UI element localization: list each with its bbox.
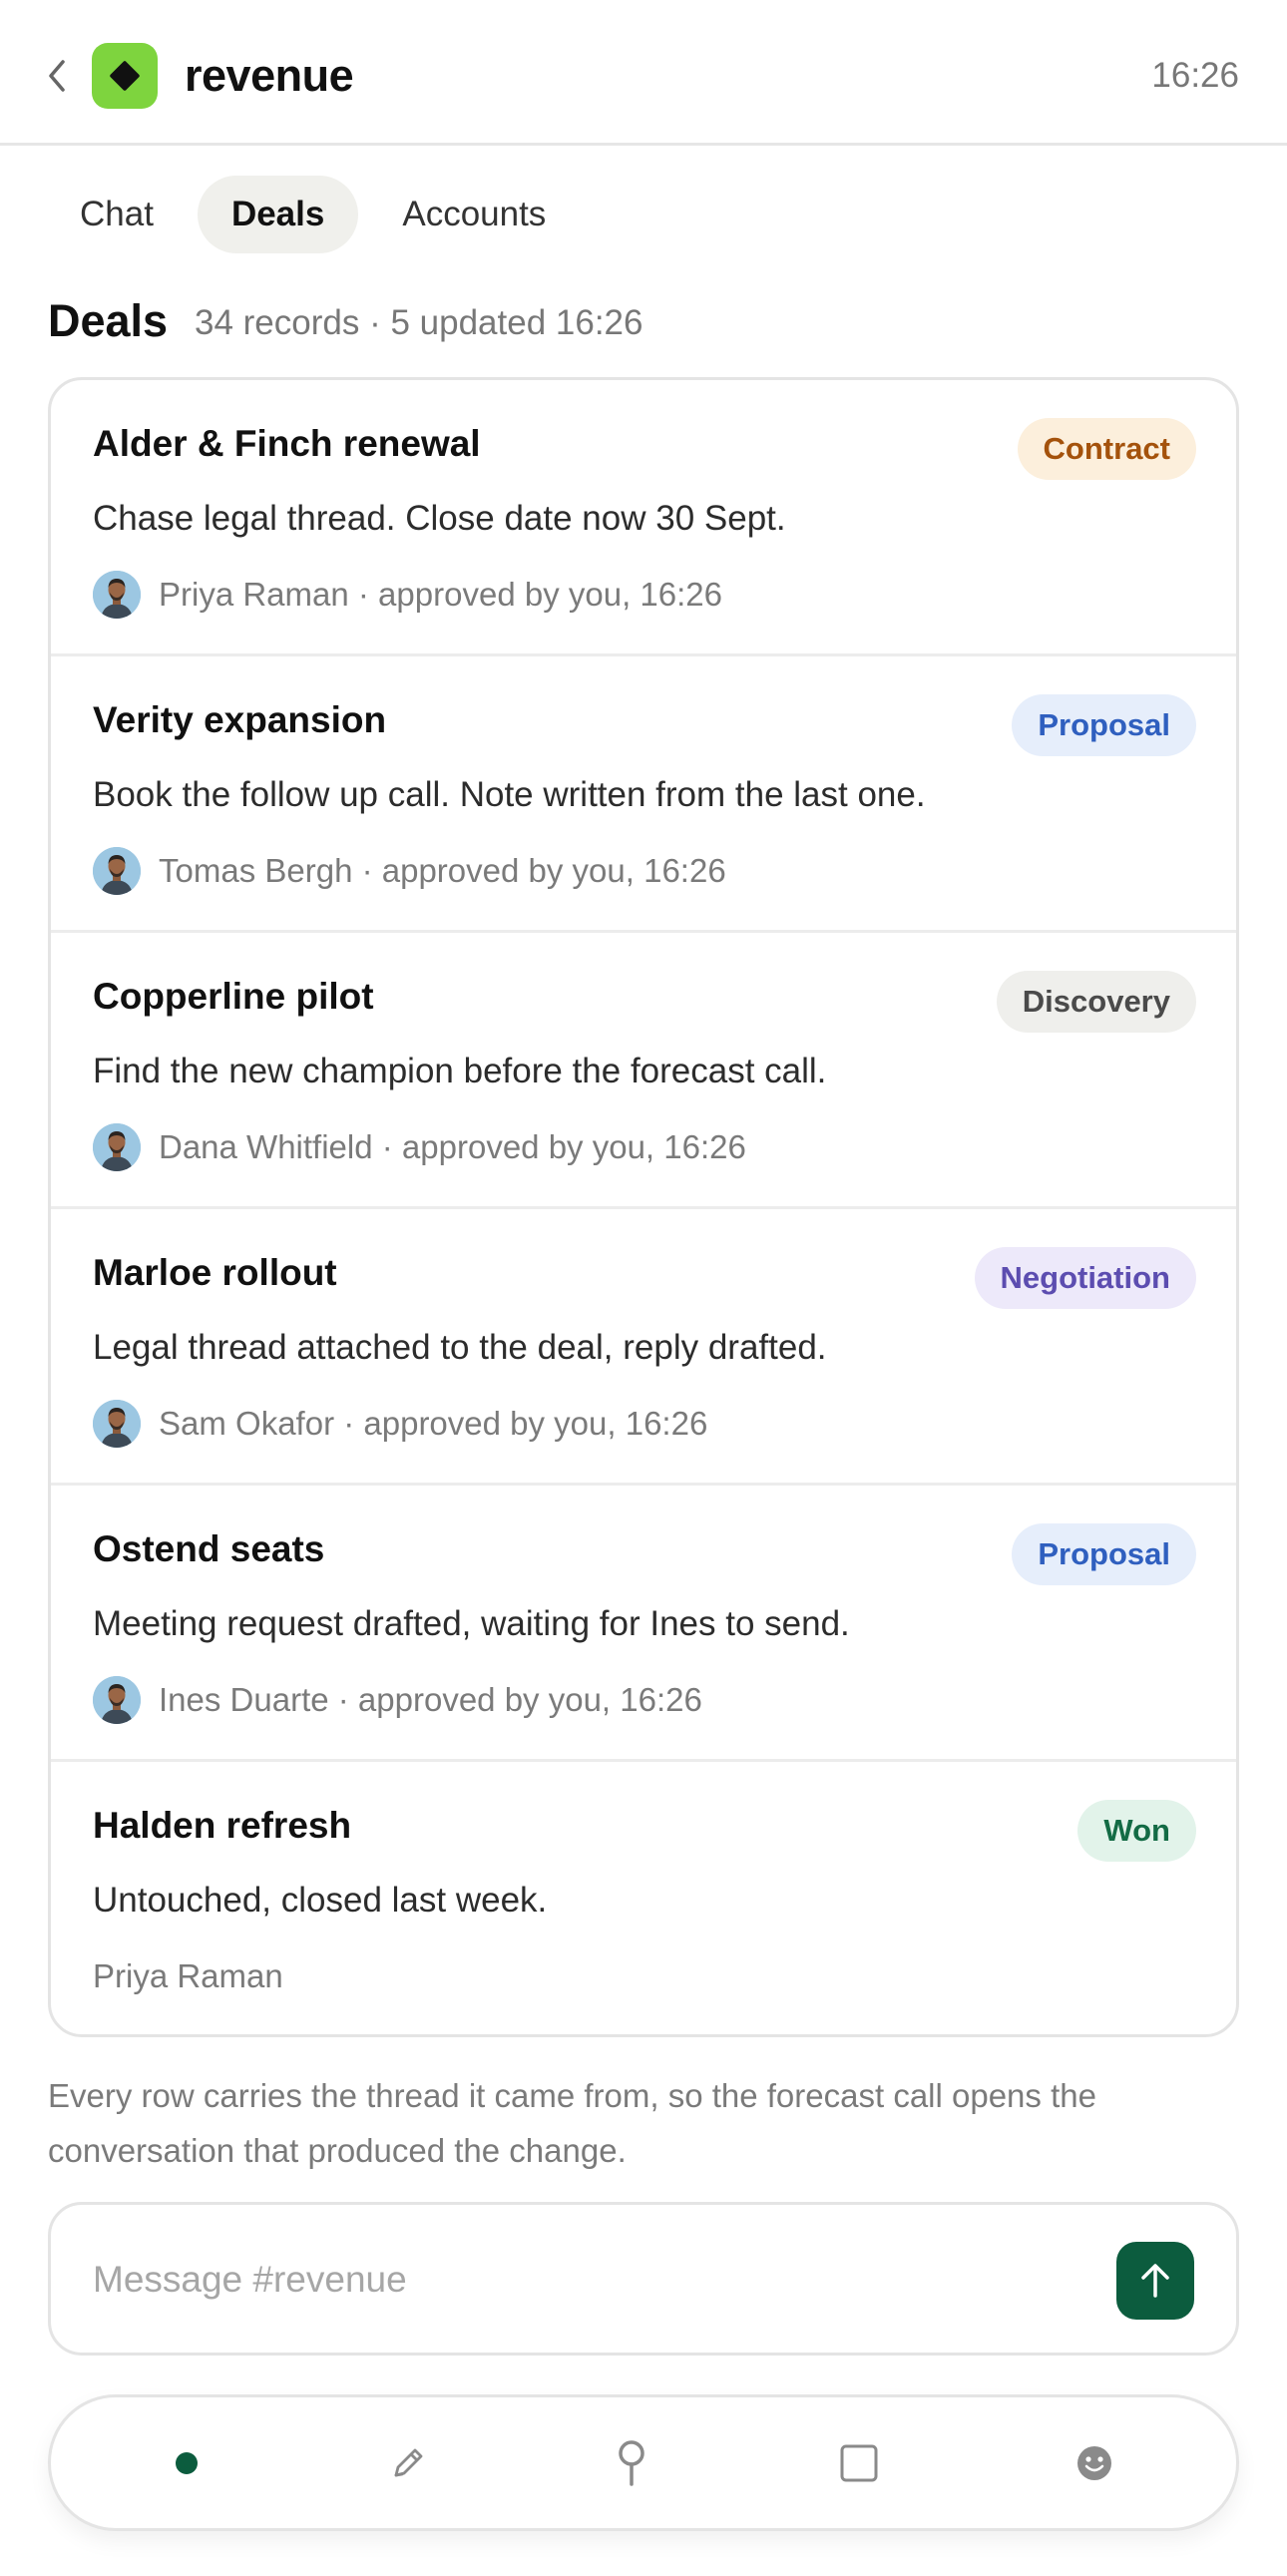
person-icon — [93, 1123, 141, 1171]
deal-note: Legal thread attached to the deal, reply… — [93, 1328, 827, 1367]
channel-title: revenue — [185, 50, 354, 101]
dot-icon — [176, 2451, 198, 2474]
deal-owner: Dana Whitfield · approved by you, 16:26 — [159, 1128, 746, 1165]
nav-compose[interactable] — [348, 2397, 468, 2528]
deal-note: Book the follow up call. Note written fr… — [93, 775, 926, 814]
avatar — [93, 847, 141, 895]
deal-row[interactable]: Marloe rollout Negotiation Legal thread … — [51, 1209, 1236, 1486]
chevron-left-icon — [49, 60, 65, 92]
deal-row[interactable]: Verity expansion Proposal Book the follo… — [51, 656, 1236, 933]
helper-text: Every row carries the thread it came fro… — [48, 2077, 1096, 2169]
stage-badge: Discovery — [996, 971, 1196, 1033]
records-summary: 34 records · 5 updated 16:26 — [195, 303, 644, 342]
avatar — [93, 1676, 141, 1724]
deal-name: Ostend seats — [93, 1528, 325, 1569]
deal-name: Marloe rollout — [93, 1252, 337, 1293]
stage-badge: Proposal — [1012, 1523, 1196, 1585]
deals-list: Alder & Finch renewal Contract Chase leg… — [48, 377, 1239, 2037]
deal-owner-line: Priya Raman · approved by you, 16:26 — [93, 570, 722, 620]
tab-bar: Chat Deals Accounts — [48, 176, 580, 253]
stage-badge: Negotiation — [974, 1247, 1196, 1309]
message-composer — [48, 2202, 1239, 2356]
deal-row[interactable]: Copperline pilot Discovery Find the new … — [51, 933, 1236, 1209]
deal-owner-line: Dana Whitfield · approved by you, 16:26 — [93, 1122, 746, 1172]
send-button[interactable] — [1116, 2242, 1194, 2320]
deal-row[interactable]: Alder & Finch renewal Contract Chase leg… — [51, 380, 1236, 656]
channel-icon — [92, 43, 158, 109]
deal-owner: Tomas Bergh · approved by you, 16:26 — [159, 852, 726, 889]
tab-chat[interactable]: Chat — [48, 176, 188, 253]
person-icon — [93, 847, 141, 895]
deal-note: Untouched, closed last week. — [93, 1881, 548, 1920]
square-icon — [840, 2444, 878, 2481]
deal-note: Meeting request drafted, waiting for Ine… — [93, 1604, 850, 1643]
deal-name: Verity expansion — [93, 699, 387, 740]
deal-name: Copperline pilot — [93, 976, 374, 1017]
bottom-navigation — [48, 2394, 1239, 2531]
avatar — [93, 1400, 141, 1448]
deal-row[interactable]: Ostend seats Proposal Meeting request dr… — [51, 1486, 1236, 1762]
deal-note: Find the new champion before the forecas… — [93, 1052, 827, 1090]
diamond-icon — [109, 60, 141, 92]
deal-owner: Priya Raman — [93, 1957, 283, 1994]
deal-owner: Priya Raman · approved by you, 16:26 — [159, 576, 722, 613]
nav-profile[interactable] — [1035, 2397, 1154, 2528]
message-input[interactable] — [93, 2249, 1011, 2311]
nav-files[interactable] — [799, 2397, 919, 2528]
avatar — [93, 1123, 141, 1171]
person-icon — [93, 1676, 141, 1724]
deal-owner: Ines Duarte · approved by you, 16:26 — [159, 1681, 702, 1718]
back-button[interactable] — [40, 46, 74, 106]
stage-badge: Won — [1077, 1800, 1196, 1862]
nav-home[interactable] — [127, 2397, 246, 2528]
search-icon — [619, 2439, 644, 2486]
person-icon — [93, 571, 141, 619]
stage-badge: Contract — [1017, 418, 1196, 480]
deal-owner-line: Tomas Bergh · approved by you, 16:26 — [93, 846, 726, 896]
deal-owner: Sam Okafor · approved by you, 16:26 — [159, 1405, 708, 1442]
deal-owner-line: Ines Duarte · approved by you, 16:26 — [93, 1675, 702, 1725]
nav-search[interactable] — [572, 2397, 691, 2528]
tab-accounts[interactable]: Accounts — [368, 176, 580, 253]
pencil-icon — [394, 2448, 423, 2476]
tab-deals[interactable]: Deals — [197, 176, 359, 253]
avatar — [93, 571, 141, 619]
deal-row[interactable]: Halden refresh Won Untouched, closed las… — [51, 1762, 1236, 2034]
status-time: 16:26 — [1151, 56, 1239, 95]
deal-name: Alder & Finch renewal — [93, 423, 481, 464]
top-bar: revenue 16:26 — [0, 0, 1287, 146]
smiley-icon — [1077, 2445, 1111, 2480]
deal-owner-line: Sam Okafor · approved by you, 16:26 — [93, 1399, 707, 1449]
deal-name: Halden refresh — [93, 1805, 352, 1846]
deal-owner-line: Priya Raman — [93, 1951, 283, 2001]
page-title: Deals — [48, 295, 169, 346]
deal-note: Chase legal thread. Close date now 30 Se… — [93, 499, 786, 538]
arrow-up-icon — [1141, 2264, 1169, 2298]
person-icon — [93, 1400, 141, 1448]
stage-badge: Proposal — [1012, 694, 1196, 756]
